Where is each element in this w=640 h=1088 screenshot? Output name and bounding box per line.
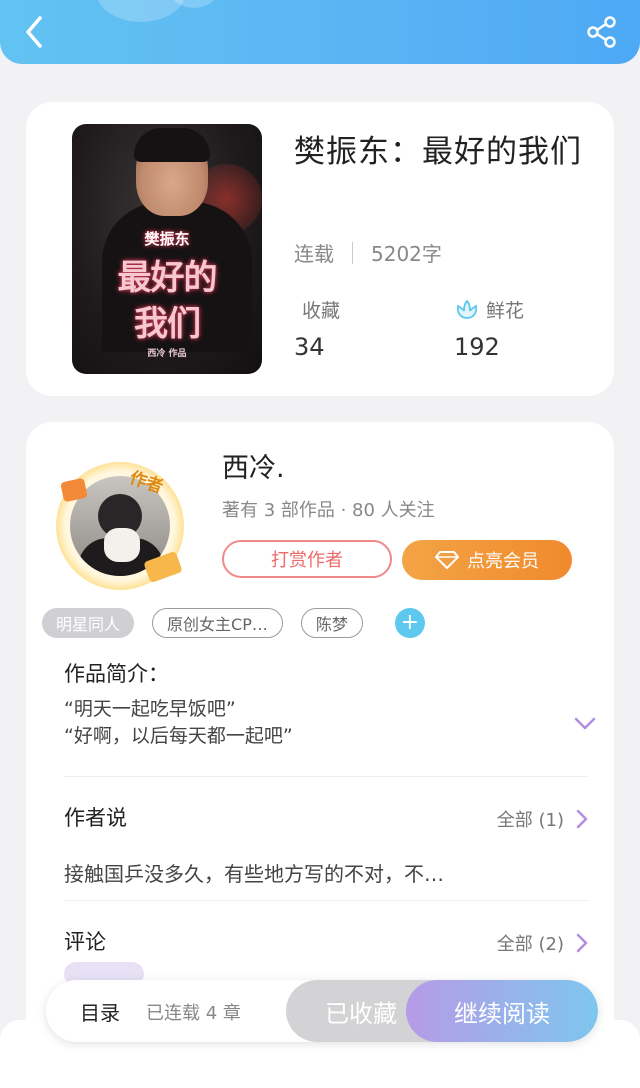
book-cover[interactable]: 樊振东 最好的 我们 西冷 作品: [72, 124, 262, 374]
top-bar: [0, 0, 640, 64]
diamond-icon: [435, 551, 459, 569]
continue-reading-button[interactable]: 继续阅读: [406, 980, 598, 1042]
intro-title: 作品简介：: [64, 662, 169, 686]
tag-item[interactable]: 明星同人: [42, 608, 135, 638]
author-say-all-link[interactable]: 全部 (1): [497, 806, 588, 832]
book-title: 樊振东：最好的我们: [294, 134, 582, 170]
cover-title-line2: 我们: [134, 304, 201, 344]
chevron-right-icon: [576, 809, 588, 829]
tip-author-button[interactable]: 打赏作者: [222, 540, 392, 578]
author-meta: 著有 3 部作品 · 80 人关注: [222, 500, 435, 521]
share-icon: [587, 16, 616, 48]
book-info-card: 樊振东 最好的 我们 西冷 作品 樊振东：最好的我们 连载 5202字 收藏 3…: [26, 102, 614, 396]
stat-favorites-label: 收藏: [302, 300, 341, 322]
tag-item[interactable]: 原创女主CP…: [152, 608, 283, 638]
vip-label: 点亮会员: [467, 551, 539, 572]
expand-button[interactable]: [574, 716, 596, 730]
book-status: 连载: [294, 242, 334, 266]
comments-all-link[interactable]: 全部 (2): [497, 930, 588, 956]
bottom-action-bar: 目录 已连载 4 章 已收藏 继续阅读: [46, 980, 598, 1042]
tag-item[interactable]: 陈梦: [300, 608, 363, 638]
author-say-text[interactable]: 接触国乒没多久，有些地方写的不对，不…: [64, 858, 444, 887]
author-say-all-label: 全部 (1): [496, 810, 564, 831]
author-avatar[interactable]: 作者: [56, 462, 184, 590]
meta-divider: [352, 241, 353, 264]
cover-author: 西冷 作品: [147, 349, 187, 359]
word-count: 5202字: [371, 242, 442, 266]
intro-text: “明天一起吃早饭吧” “好啊，以后每天都一起吧”: [64, 698, 293, 747]
flower-icon: [456, 299, 478, 319]
comments-title: 评论: [64, 930, 106, 954]
add-tag-button[interactable]: +: [394, 608, 425, 638]
comments-all-label: 全部 (2): [496, 934, 564, 955]
author-name[interactable]: 西冷.: [222, 446, 285, 485]
decor-bubble: [96, 0, 186, 22]
book-meta: 连载 5202字: [294, 238, 442, 267]
stat-favorites: 收藏 34: [294, 296, 340, 361]
avatar-dog: [104, 528, 140, 562]
cover-figure-hair: [134, 128, 210, 162]
stat-flowers-label: 鲜花: [486, 300, 525, 322]
back-button[interactable]: [18, 12, 52, 52]
chevron-right-icon: [576, 933, 588, 953]
stat-flowers[interactable]: 鲜花 192: [454, 296, 524, 361]
toc-button[interactable]: 目录: [80, 997, 120, 1026]
tag-list: 明星同人 原创女主CP… 陈梦 +: [42, 608, 425, 638]
chapter-count: 已连载 4 章: [146, 1003, 241, 1024]
cover-title-line1: 最好的: [117, 258, 218, 298]
divider: [64, 900, 588, 901]
chevron-left-icon: [26, 16, 42, 48]
stat-flowers-value: 192: [454, 333, 500, 361]
cover-title-small: 樊振东: [144, 230, 190, 248]
chevron-down-icon: [574, 717, 596, 730]
author-say-title: 作者说: [64, 806, 127, 830]
share-button[interactable]: [584, 14, 620, 50]
stat-favorites-value: 34: [294, 333, 325, 361]
divider: [64, 776, 588, 777]
vip-button[interactable]: 点亮会员: [402, 540, 572, 580]
